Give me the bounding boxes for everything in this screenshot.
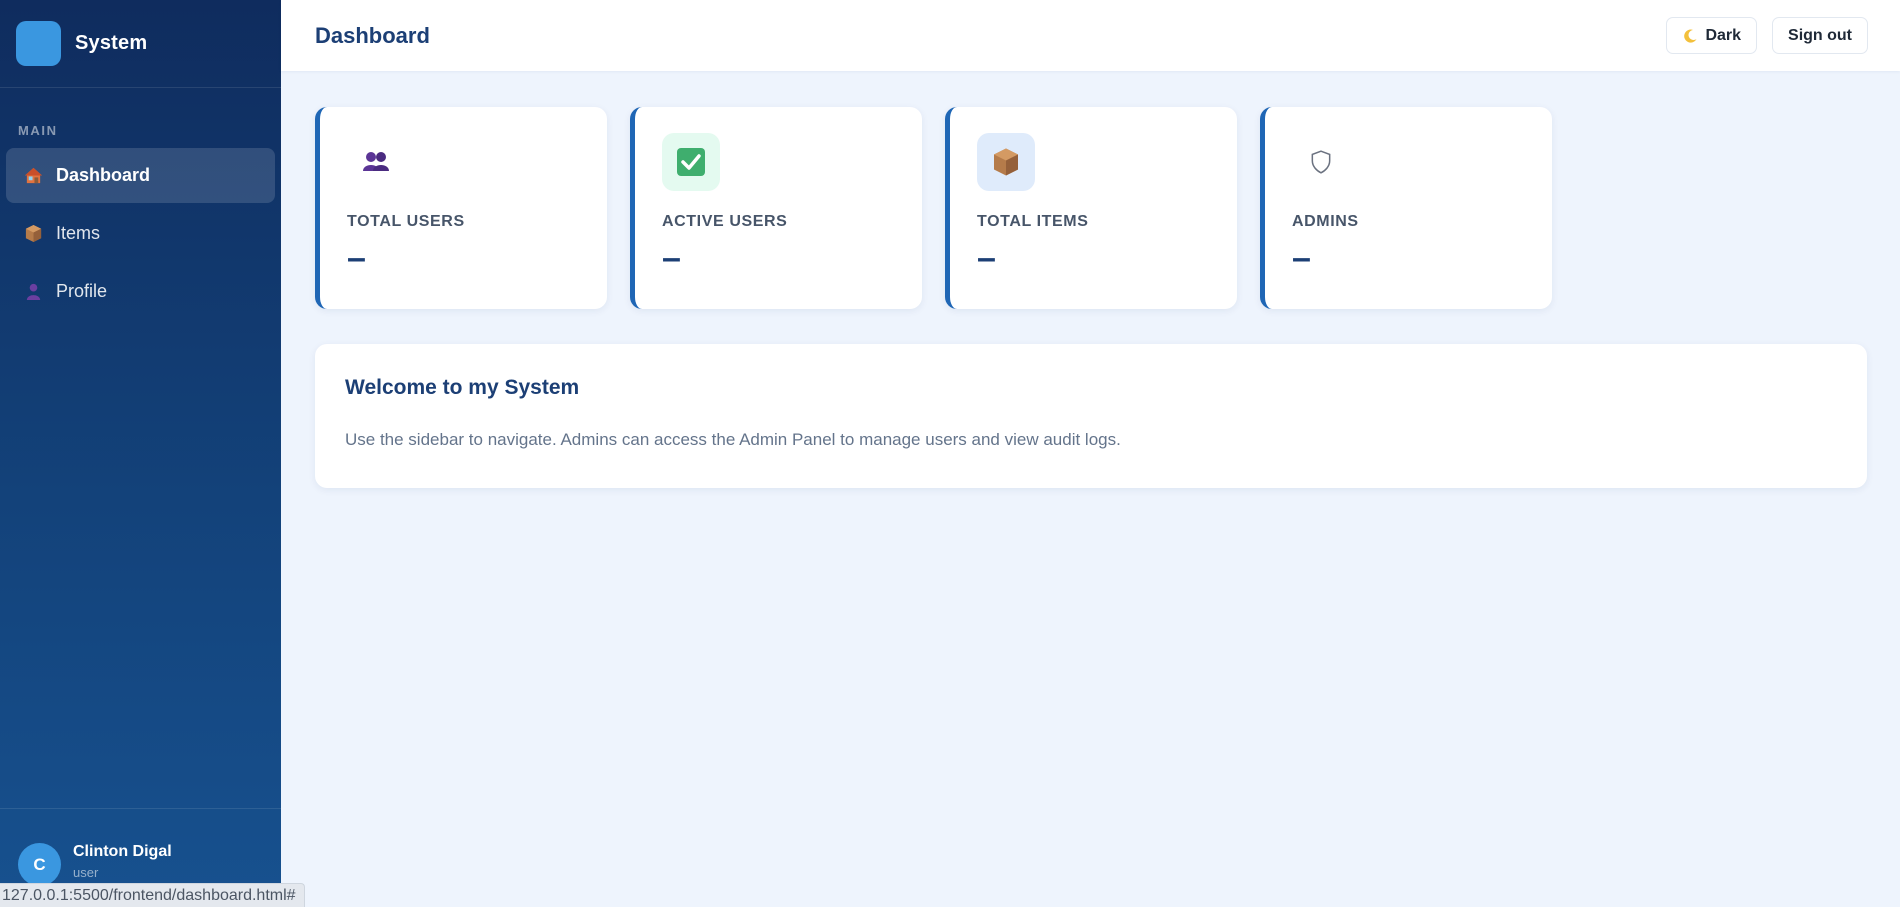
check-box-icon [662, 133, 720, 191]
user-role: user [73, 865, 99, 880]
user-info: Clinton Digal user [73, 841, 172, 880]
theme-toggle-button[interactable]: Dark [1666, 17, 1758, 54]
app-root: System MAIN Dashboard Items Profile C Cl… [0, 0, 1900, 907]
stat-value: – [1292, 239, 1311, 277]
nav-section-label: MAIN [18, 123, 58, 138]
sidebar-item-profile[interactable]: Profile [6, 264, 275, 319]
users-icon [347, 133, 405, 191]
person-icon [23, 282, 43, 302]
sidebar-nav: Dashboard Items Profile [0, 148, 281, 319]
stat-value: – [662, 239, 681, 277]
main-area: Dashboard Dark Sign out TOTAL USERS – AC… [281, 0, 1900, 907]
sidebar: System MAIN Dashboard Items Profile C Cl… [0, 0, 281, 907]
stats-row: TOTAL USERS – ACTIVE USERS – TOTAL ITEMS… [315, 107, 1868, 309]
sign-out-button[interactable]: Sign out [1772, 17, 1868, 54]
sidebar-item-dashboard[interactable]: Dashboard [6, 148, 275, 203]
page-title: Dashboard [315, 22, 430, 48]
sidebar-item-label: Profile [56, 281, 108, 301]
user-name: Clinton Digal [73, 843, 172, 860]
stat-value: – [347, 239, 366, 277]
topbar: Dashboard Dark Sign out [281, 0, 1900, 71]
sidebar-item-items[interactable]: Items [6, 206, 275, 261]
dashboard-content: TOTAL USERS – ACTIVE USERS – TOTAL ITEMS… [281, 71, 1900, 488]
stat-label: ACTIVE USERS [662, 213, 788, 230]
stat-label: ADMINS [1292, 213, 1359, 230]
shield-icon [1292, 133, 1350, 191]
stat-label: TOTAL USERS [347, 213, 465, 230]
moon-icon [1682, 28, 1698, 44]
stat-card-admins: ADMINS – [1260, 107, 1552, 309]
welcome-title: Welcome to my System [345, 376, 580, 399]
stat-value: – [977, 239, 996, 277]
package-icon [977, 133, 1035, 191]
stat-card-total-items: TOTAL ITEMS – [945, 107, 1237, 309]
house-icon [23, 166, 43, 186]
topbar-actions: Dark Sign out [1666, 17, 1868, 54]
avatar: C [18, 843, 61, 886]
brand-logo [16, 21, 61, 66]
status-bar-url: 127.0.0.1:5500/frontend/dashboard.html# [0, 883, 305, 907]
stat-card-total-users: TOTAL USERS – [315, 107, 607, 309]
theme-toggle-label: Dark [1705, 26, 1742, 44]
welcome-card: Welcome to my System Use the sidebar to … [315, 344, 1867, 488]
brand-name: System [75, 32, 148, 54]
sidebar-item-label: Dashboard [56, 165, 151, 185]
stat-label: TOTAL ITEMS [977, 213, 1089, 230]
sidebar-item-label: Items [56, 223, 101, 243]
welcome-text: Use the sidebar to navigate. Admins can … [345, 430, 1121, 449]
brand[interactable]: System [0, 0, 281, 88]
package-icon [23, 224, 43, 244]
stat-card-active-users: ACTIVE USERS – [630, 107, 922, 309]
